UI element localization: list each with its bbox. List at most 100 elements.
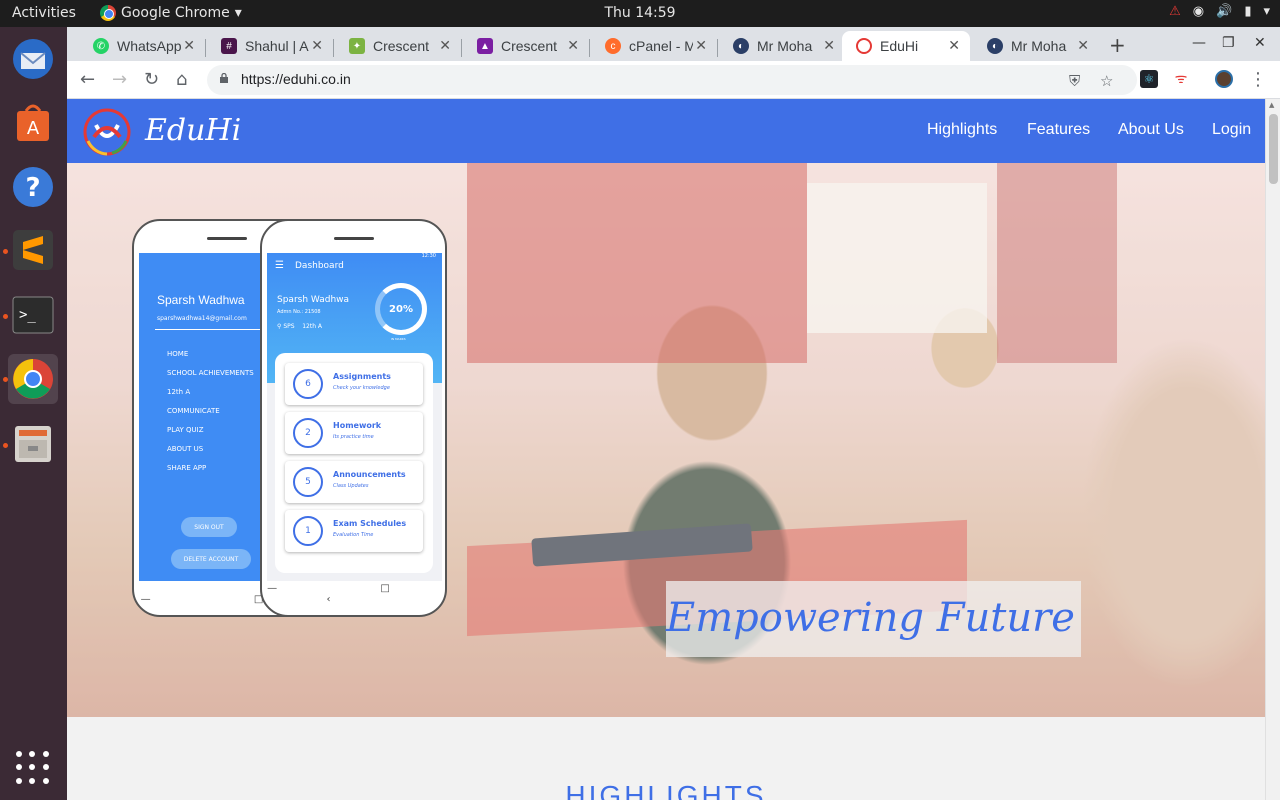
- tab-crescent-2[interactable]: ▲ Crescent ✕: [463, 31, 589, 61]
- bookmark-star-icon[interactable]: ☆: [1100, 72, 1113, 90]
- graduation-cap-icon: ▲: [477, 38, 493, 54]
- app-menu[interactable]: Google Chrome ▾: [100, 5, 242, 21]
- dock-help[interactable]: ?: [8, 162, 58, 212]
- sublime-text-icon: [13, 230, 53, 270]
- tab-crescent-1[interactable]: ✦ Crescent ✕: [335, 31, 461, 61]
- dock-files[interactable]: [8, 419, 58, 469]
- react-devtools-icon[interactable]: ⚛: [1140, 70, 1158, 88]
- tab-title: Mr Moha: [1011, 38, 1067, 54]
- extension-signal-icon[interactable]: ᯤ: [1172, 70, 1190, 88]
- close-icon[interactable]: ✕: [1077, 37, 1089, 54]
- tab-cpanel[interactable]: c cPanel - M ✕: [591, 31, 717, 61]
- nav-features[interactable]: Features: [1027, 121, 1090, 139]
- close-icon[interactable]: ✕: [948, 37, 960, 54]
- drawer-user-name: Sparsh Wadhwa: [157, 293, 245, 307]
- volume-icon[interactable]: 🔊: [1216, 4, 1232, 19]
- dashboard-title: Dashboard: [295, 261, 344, 271]
- drawer-user-email: sparshwadhwa14@gmail.com: [157, 315, 247, 322]
- wifi-icon[interactable]: ◉: [1193, 4, 1204, 19]
- dashboard-admission: Admn No.: 21508: [277, 309, 321, 315]
- brand-name[interactable]: EduHi: [145, 113, 241, 148]
- nav-highlights[interactable]: Highlights: [927, 121, 997, 139]
- svg-text:A: A: [27, 118, 40, 139]
- dock-sublime-text[interactable]: [8, 225, 58, 275]
- card-subtitle: Evaluation Time: [333, 532, 374, 538]
- address-bar[interactable]: https://eduhi.co.in ⛨ ☆: [207, 65, 1137, 95]
- home-button[interactable]: ⌂: [176, 69, 187, 90]
- blocked-content-icon[interactable]: ⛨: [1069, 72, 1080, 90]
- progress-value: 20%: [389, 303, 413, 315]
- hero-banner: Sparsh Wadhwa sparshwadhwa14@gmail.com H…: [67, 163, 1265, 717]
- hamburger-menu-icon: ☰: [275, 260, 284, 271]
- restore-button[interactable]: ❐: [1222, 35, 1235, 51]
- thunderbird-icon: [13, 39, 53, 79]
- svg-text:?: ?: [25, 173, 40, 203]
- close-window-button[interactable]: ✕: [1254, 35, 1266, 51]
- nav-login[interactable]: Login: [1212, 121, 1251, 139]
- status-time: 12:30: [421, 253, 436, 259]
- dashboard-school-class: ⚲ SPS 12th A: [277, 323, 322, 330]
- reload-button[interactable]: ↻: [144, 69, 159, 90]
- tab-title: Shahul | A: [245, 38, 309, 54]
- show-applications-icon[interactable]: [16, 751, 50, 785]
- dashboard-user-name: Sparsh Wadhwa: [277, 295, 350, 305]
- dock-thunderbird[interactable]: [8, 34, 58, 84]
- progress-caption: IN MARKS: [391, 337, 406, 341]
- scroll-up-icon[interactable]: ▲: [1269, 101, 1274, 109]
- menu-kebab-icon[interactable]: ⋮: [1249, 69, 1267, 90]
- close-icon[interactable]: ✕: [823, 37, 835, 54]
- tab-slack[interactable]: # Shahul | A ✕: [207, 31, 333, 61]
- hero-tagline-box: Empowering Future: [666, 581, 1081, 657]
- tab-title: Mr Moha: [757, 38, 813, 54]
- tab-eduhi[interactable]: EduHi ✕: [842, 31, 970, 61]
- url-text[interactable]: https://eduhi.co.in: [241, 71, 351, 87]
- chrome-icon: [100, 5, 116, 21]
- nav-about-us[interactable]: About Us: [1118, 121, 1184, 139]
- close-icon[interactable]: ✕: [439, 37, 451, 54]
- close-icon[interactable]: ✕: [695, 37, 707, 54]
- app-name: Google Chrome: [121, 5, 230, 21]
- web-page: EduHi Highlights Features About Us Login…: [67, 99, 1265, 800]
- help-icon: ?: [13, 167, 53, 207]
- warning-icon[interactable]: ⚠: [1169, 4, 1181, 19]
- lock-icon[interactable]: [219, 73, 229, 83]
- phone-nav-buttons: — □ ‹: [267, 583, 440, 605]
- progress-ring: 20%: [375, 283, 427, 335]
- close-icon[interactable]: ✕: [183, 37, 195, 54]
- close-icon[interactable]: ✕: [311, 37, 323, 54]
- dock-chrome[interactable]: [8, 354, 58, 404]
- tab-mr-moha-1[interactable]: ◐ Mr Moha ✕: [719, 31, 845, 61]
- card-title: Exam Schedules: [333, 519, 407, 528]
- close-icon[interactable]: ✕: [567, 37, 579, 54]
- chevron-down-icon[interactable]: ▾: [1263, 4, 1270, 19]
- system-tray[interactable]: ⚠ ◉ 🔊 ▮ ▾: [1169, 4, 1270, 19]
- profile-avatar[interactable]: [1215, 70, 1233, 88]
- tab-divider: [461, 39, 462, 57]
- page-scrollbar[interactable]: ▲: [1265, 99, 1280, 800]
- tab-whatsapp[interactable]: ✆ WhatsApp ✕: [79, 31, 205, 61]
- chevron-down-icon: ▾: [234, 5, 242, 21]
- forward-button[interactable]: →: [112, 69, 127, 90]
- dashboard-screen: 12:30 ☰ Dashboard Sparsh Wadhwa Admn No.…: [267, 253, 442, 581]
- phone-speaker: [334, 237, 374, 240]
- software-center-icon: A: [17, 104, 49, 141]
- drawer-delete-account: DELETE ACCOUNT: [171, 549, 251, 569]
- dock-terminal[interactable]: >_: [8, 290, 58, 340]
- drawer-sign-out: SIGN OUT: [181, 517, 237, 537]
- globe-icon: ◐: [987, 38, 1003, 54]
- tab-title: Crescent: [373, 38, 430, 54]
- highlights-heading: HIGHLIGHTS: [565, 780, 767, 800]
- tab-strip: ✆ WhatsApp ✕ # Shahul | A ✕ ✦ Crescent ✕…: [67, 27, 1280, 61]
- whatsapp-icon: ✆: [93, 38, 109, 54]
- back-button[interactable]: ←: [80, 69, 95, 90]
- card-assignments: 6 Assignments Check your knowledge: [285, 363, 423, 405]
- eduhi-icon: [856, 38, 872, 54]
- dock-software-center[interactable]: A: [8, 98, 58, 148]
- scrollbar-thumb[interactable]: [1269, 114, 1278, 184]
- new-tab-button[interactable]: +: [1109, 33, 1126, 57]
- minimize-button[interactable]: —: [1192, 35, 1206, 51]
- battery-icon[interactable]: ▮: [1244, 4, 1251, 19]
- activities-button[interactable]: Activities: [12, 5, 76, 21]
- eduhi-logo-icon[interactable]: [82, 107, 132, 157]
- tab-mr-moha-2[interactable]: ◐ Mr Moha ✕: [973, 31, 1099, 61]
